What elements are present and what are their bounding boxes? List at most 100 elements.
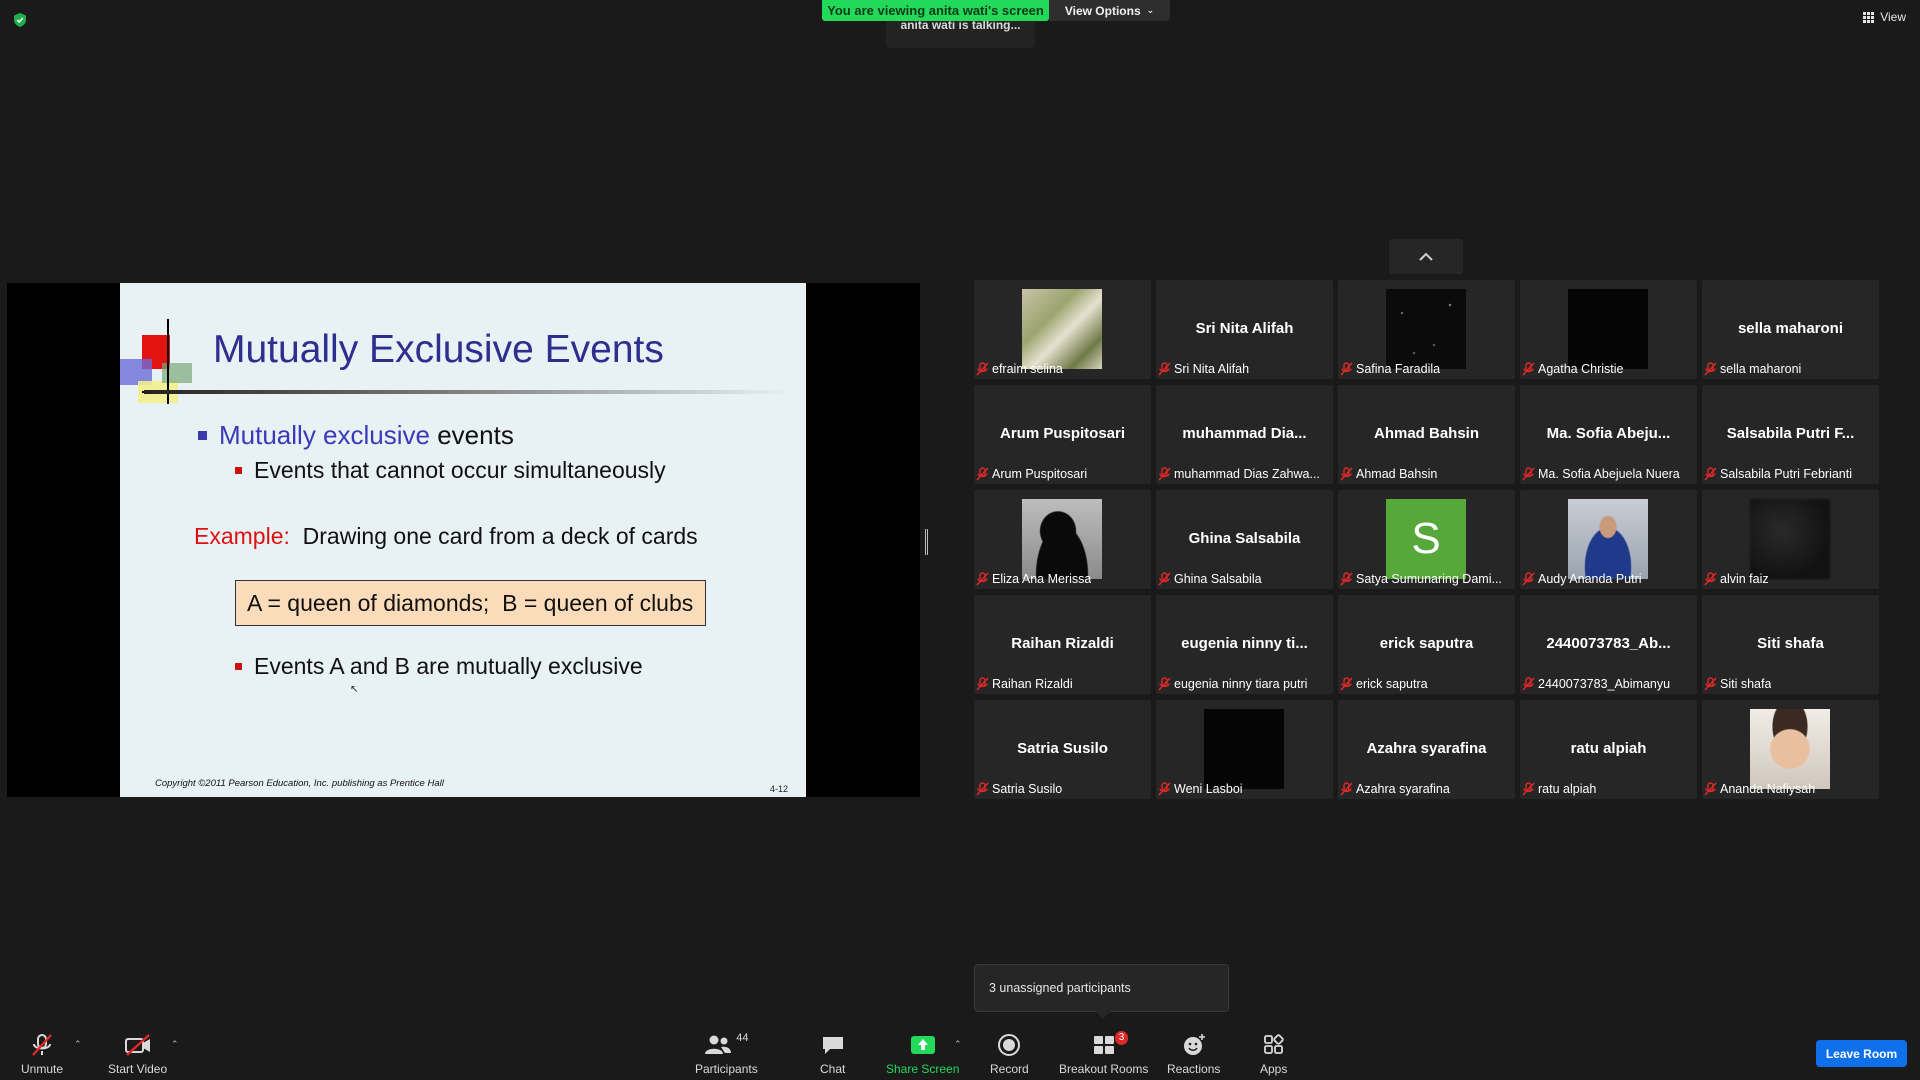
participant-name: ratu alpiah: [1538, 781, 1597, 796]
participant-tile[interactable]: Ghina Salsabila Ghina Salsabila: [1156, 490, 1333, 589]
participant-tile[interactable]: erick saputra erick saputra: [1338, 595, 1515, 694]
apps-button[interactable]: Apps: [1260, 1029, 1287, 1076]
participant-tile[interactable]: Safina Faradila: [1338, 280, 1515, 379]
split-view-resize-handle[interactable]: [925, 529, 928, 555]
muted-microphone-icon: [1704, 676, 1717, 691]
muted-microphone-icon: [1158, 361, 1171, 376]
share-screen-button[interactable]: Share Screen: [886, 1029, 959, 1076]
participant-tile[interactable]: sella maharoni sella maharoni: [1702, 280, 1879, 379]
participants-count: 44: [736, 1032, 749, 1044]
participant-tile[interactable]: ratu alpiah ratu alpiah: [1520, 700, 1697, 799]
participant-display-name: Sri Nita Alifah: [1195, 320, 1294, 337]
participant-tile[interactable]: Azahra syarafina Azahra syarafina: [1338, 700, 1515, 799]
participant-name-bar: Satria Susilo: [976, 780, 1062, 797]
muted-microphone-icon: [1158, 466, 1171, 481]
participant-name: Satya Sumunaring Dami...: [1356, 571, 1502, 586]
participant-tile[interactable]: Ahmad Bahsin Ahmad Bahsin: [1338, 385, 1515, 484]
record-button[interactable]: Record: [990, 1029, 1029, 1076]
muted-microphone-icon: [1158, 781, 1171, 796]
participant-name: Azahra syarafina: [1356, 781, 1450, 796]
breakout-rooms-label: Breakout Rooms: [1059, 1062, 1149, 1076]
viewing-screen-banner: You are viewing anita wati's screen: [822, 0, 1049, 21]
participant-tile[interactable]: eugenia ninny ti... eugenia ninny tiara p…: [1156, 595, 1333, 694]
video-off-icon: [124, 1034, 150, 1056]
participant-tile[interactable]: alvin faiz: [1702, 490, 1879, 589]
participant-video-thumbnail: [1022, 499, 1102, 579]
bullet-3-text: Events A and B are mutually exclusive: [254, 653, 643, 679]
reactions-button[interactable]: Reactions: [1167, 1029, 1220, 1076]
participant-tile[interactable]: Ma. Sofia Abeju... Ma. Sofia Abejuela Nue…: [1520, 385, 1697, 484]
chat-button[interactable]: Chat: [820, 1029, 845, 1076]
slide-bullet-1: Mutually exclusive events: [198, 420, 514, 451]
share-screen-icon: [910, 1036, 935, 1054]
participant-name-bar: Arum Puspitosari: [976, 465, 1087, 482]
participant-tile[interactable]: Agatha Christie: [1520, 280, 1697, 379]
muted-microphone-icon: [1522, 466, 1535, 481]
participant-name-bar: Eliza Ana Merissa: [976, 570, 1091, 587]
participant-name-bar: ratu alpiah: [1522, 780, 1596, 797]
muted-microphone-icon: [976, 676, 989, 691]
view-layout-button[interactable]: View: [1863, 10, 1906, 24]
participant-tile[interactable]: Sri Nita Alifah Sri Nita Alifah: [1156, 280, 1333, 379]
muted-microphone-icon: [1158, 676, 1171, 691]
participant-name-bar: muhammad Dias Zahwa...: [1158, 465, 1320, 482]
participant-display-name: eugenia ninny ti...: [1181, 635, 1308, 652]
participant-tile[interactable]: Eliza Ana Merissa: [974, 490, 1151, 589]
participant-name-bar: alvin faiz: [1704, 570, 1769, 587]
gallery-page-up-button[interactable]: [1389, 239, 1463, 274]
participant-display-name: erick saputra: [1379, 635, 1474, 652]
breakout-rooms-badge: 3: [1114, 1031, 1129, 1045]
breakout-rooms-button[interactable]: 3 Breakout Rooms: [1059, 1029, 1148, 1076]
participant-video-thumbnail: [1568, 289, 1648, 369]
participant-tile[interactable]: S Satya Sumunaring Dami...: [1338, 490, 1515, 589]
security-shield-icon[interactable]: [13, 13, 27, 27]
participant-tile[interactable]: Audy Ananda Putri: [1520, 490, 1697, 589]
muted-microphone-icon: [976, 571, 989, 586]
participant-tile[interactable]: muhammad Dia... muhammad Dias Zahwa...: [1156, 385, 1333, 484]
participant-name-bar: sella maharoni: [1704, 360, 1801, 377]
participant-video-thumbnail: [1204, 709, 1284, 789]
participant-tile[interactable]: efraim selina: [974, 280, 1151, 379]
participant-name: Siti shafa: [1720, 676, 1772, 691]
muted-microphone-icon: [1340, 361, 1353, 376]
participant-tile[interactable]: Ananda Nafiysah: [1702, 700, 1879, 799]
slide-page-number: 4-12: [770, 784, 789, 794]
participant-name: Safina Faradila: [1356, 361, 1441, 376]
audio-options-caret-icon[interactable]: ⌃: [74, 1039, 82, 1050]
start-video-label: Start Video: [108, 1062, 168, 1076]
participant-display-name: 2440073783_Ab...: [1546, 635, 1671, 652]
participant-tile[interactable]: Raihan Rizaldi Raihan Rizaldi: [974, 595, 1151, 694]
participant-tile[interactable]: Arum Puspitosari Arum Puspitosari: [974, 385, 1151, 484]
participant-tile[interactable]: Satria Susilo Satria Susilo: [974, 700, 1151, 799]
participant-tile[interactable]: Weni Lasboi: [1156, 700, 1333, 799]
participant-tile[interactable]: 2440073783_Ab... 2440073783_Abimanyu: [1520, 595, 1697, 694]
participants-button[interactable]: 44 Participants: [695, 1029, 758, 1076]
participant-display-name: sella maharoni: [1737, 320, 1844, 337]
muted-microphone-icon: [976, 466, 989, 481]
participant-display-name: Raihan Rizaldi: [1011, 635, 1114, 652]
muted-microphone-icon: [1522, 361, 1535, 376]
start-video-button[interactable]: Start Video: [108, 1029, 167, 1076]
leave-room-button[interactable]: Leave Room: [1816, 1040, 1907, 1067]
participant-name-bar: Ananda Nafiysah: [1704, 780, 1815, 797]
participants-label: Participants: [695, 1062, 758, 1076]
participant-name: eugenia ninny tiara putri: [1174, 676, 1308, 691]
share-options-caret-icon[interactable]: ⌃: [954, 1039, 962, 1050]
view-options-button[interactable]: View Options ⌄: [1049, 0, 1170, 21]
muted-microphone-icon: [1704, 571, 1717, 586]
notice-pointer: [1095, 1011, 1111, 1019]
definition-box: A = queen of diamonds; B = queen of club…: [235, 580, 706, 626]
participant-tile[interactable]: Salsabila Putri F... Salsabila Putri Febr…: [1702, 385, 1879, 484]
chat-icon: [822, 1037, 843, 1054]
muted-microphone-icon: [1704, 466, 1717, 481]
video-options-caret-icon[interactable]: ⌃: [171, 1039, 179, 1050]
unassigned-participants-notice[interactable]: 3 unassigned participants: [974, 964, 1229, 1012]
participant-name: 2440073783_Abimanyu: [1538, 676, 1671, 691]
participant-name-bar: erick saputra: [1340, 675, 1428, 692]
presentation-slide: Mutually Exclusive Events Mutually exclu…: [120, 283, 806, 797]
unmute-button[interactable]: Unmute: [21, 1029, 63, 1076]
participant-name-bar: Audy Ananda Putri: [1522, 570, 1642, 587]
shared-screen[interactable]: Mutually Exclusive Events Mutually exclu…: [7, 283, 920, 797]
participant-tile[interactable]: Siti shafa Siti shafa: [1702, 595, 1879, 694]
participant-name: Sri Nita Alifah: [1174, 361, 1250, 376]
